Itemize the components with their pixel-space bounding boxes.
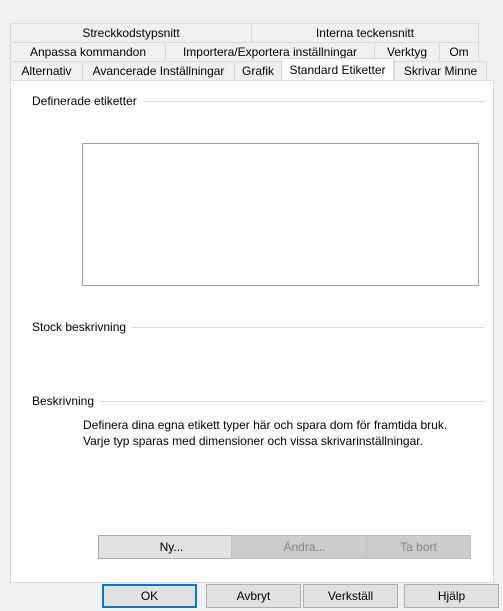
tab-standard-labels[interactable]: Standard Etiketter: [281, 58, 394, 80]
tab-graphics[interactable]: Grafik: [234, 61, 281, 80]
description-title: Beskrivning: [32, 394, 101, 408]
help-button[interactable]: Hjälp: [404, 584, 499, 608]
defined-labels-title: Definerade etiketter: [32, 94, 143, 108]
ok-button[interactable]: OK: [102, 584, 197, 608]
delete-label-button[interactable]: Ta bort: [366, 535, 471, 559]
tab-advanced-settings[interactable]: Avancerade Inställningar: [82, 61, 234, 80]
stock-description-title: Stock beskrivning: [32, 320, 133, 334]
defined-labels-list[interactable]: [82, 143, 479, 286]
description-text: Definera dina egna etikett typer här och…: [83, 417, 483, 449]
tab-options[interactable]: Alternativ: [10, 61, 82, 80]
tab-printer-memory[interactable]: Skrivar Minne: [394, 61, 487, 80]
apply-button[interactable]: Verkställ: [303, 584, 398, 608]
description-group-line: [33, 401, 485, 402]
new-label-button[interactable]: Ny...: [98, 535, 245, 559]
tab-barcode-fonts[interactable]: Streckkodstypsnitt: [10, 23, 251, 42]
tab-internal-fonts[interactable]: Interna teckensnitt: [251, 23, 479, 42]
standard-labels-panel: Definerade etiketter Stock beskrivning B…: [10, 80, 494, 583]
edit-label-button[interactable]: Ändra...: [231, 535, 378, 559]
tab-row-1: Streckkodstypsnitt Interna teckensnitt: [10, 23, 479, 42]
tab-row-3: Alternativ Avancerade Inställningar Graf…: [10, 58, 487, 80]
description-line-2: Varje typ sparas med dimensioner och vis…: [83, 434, 423, 448]
tab-about[interactable]: Om: [439, 42, 479, 61]
description-line-1: Definera dina egna etikett typer här och…: [83, 418, 448, 432]
tab-row-2: Anpassa kommandon Importera/Exportera in…: [10, 42, 479, 61]
cancel-button[interactable]: Avbryt: [206, 584, 301, 608]
tab-customize-commands[interactable]: Anpassa kommandon: [10, 42, 165, 61]
